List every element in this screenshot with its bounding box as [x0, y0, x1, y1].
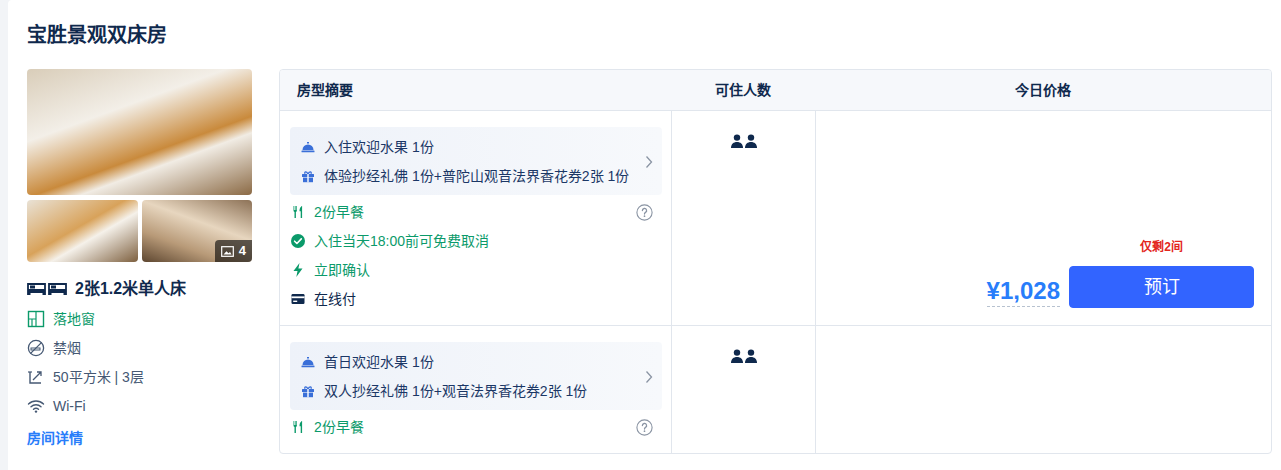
- policy-text: 2份早餐: [314, 417, 628, 437]
- policy-item: 入住当天18:00前可免费取消: [290, 231, 653, 251]
- area-icon: [27, 368, 45, 386]
- policy-text: 立即确认: [314, 260, 628, 280]
- column-header: 房型摘要: [280, 70, 671, 110]
- policy-item: 2份早餐: [290, 417, 653, 437]
- window-icon: [27, 310, 45, 328]
- booking-box: 仅剩2间预订: [1069, 239, 1254, 308]
- feature-text: 落地窗: [53, 309, 95, 329]
- chevron-right-icon: [644, 370, 654, 384]
- perk-text: 双人抄经礼佛 1份+观音法界香花券2张 1份: [324, 381, 587, 401]
- feature-text: Wi-Fi: [53, 396, 86, 416]
- perk-text: 入住欢迎水果 1份: [324, 137, 434, 157]
- chevron-right-icon: [644, 155, 654, 169]
- summary-cell: 入住欢迎水果 1份体验抄经礼佛 1份+普陀山观音法界香花券2张 1份2份早餐入住…: [280, 111, 671, 325]
- payment-icon: [290, 291, 306, 307]
- perk-item: 体验抄经礼佛 1份+普陀山观音法界香花券2张 1份: [300, 166, 638, 186]
- rate-table: 房型摘要可住人数今日价格入住欢迎水果 1份体验抄经礼佛 1份+普陀山观音法界香花…: [279, 69, 1272, 454]
- fruit-icon: [300, 137, 316, 157]
- room-panel: 宝胜景观双床房 4 2张1.2米单人床落地窗禁烟 50平方米 | 3层 Wi-Fi 房间详…: [8, 0, 1281, 470]
- photo-thumbnails: 4: [27, 200, 252, 262]
- gift-icon: [300, 166, 316, 186]
- price-cell: ¥1,028 仅剩2间预订: [815, 111, 1271, 325]
- table-header: 房型摘要可住人数今日价格: [280, 70, 1271, 110]
- room-feature: 落地窗: [27, 309, 252, 329]
- room-title: 宝胜景观双床房: [27, 22, 1272, 48]
- book-button[interactable]: 预订: [1069, 266, 1254, 308]
- wifi-icon: [27, 397, 45, 415]
- help-icon[interactable]: [636, 419, 653, 436]
- column-header: 可住人数: [671, 70, 815, 110]
- stock-notice: 仅剩2间: [1140, 239, 1183, 255]
- perk-item: 入住欢迎水果 1份: [300, 137, 638, 157]
- policy-text: 入住当天18:00前可免费取消: [314, 231, 628, 251]
- gift-icon: [300, 381, 316, 401]
- perk-box[interactable]: 入住欢迎水果 1份体验抄经礼佛 1份+普陀山观音法界香花券2张 1份: [290, 127, 662, 195]
- photo-count: 4: [239, 242, 246, 260]
- picture-icon: [221, 246, 234, 257]
- room-feature: 50平方米 | 3层: [27, 367, 252, 387]
- policy-text: 在线付: [314, 289, 628, 309]
- photo-count-badge[interactable]: 4: [215, 240, 252, 262]
- occupancy-cell: [671, 111, 815, 325]
- bed-text: 2张1.2米单人床: [75, 278, 186, 300]
- occupancy-cell: [671, 326, 815, 453]
- room-feature: Wi-Fi: [27, 396, 252, 416]
- room-info: 4 2张1.2米单人床落地窗禁烟 50平方米 | 3层 Wi-Fi 房间详情: [27, 69, 252, 450]
- confirm-icon: [290, 262, 306, 278]
- policy-item: 在线付: [290, 289, 653, 309]
- price-cell: [815, 326, 1271, 453]
- person-icon: [731, 349, 743, 363]
- summary-cell: 首日欢迎水果 1份双人抄经礼佛 1份+观音法界香花券2张 1份 2份早餐: [280, 326, 671, 453]
- perk-list: 首日欢迎水果 1份双人抄经礼佛 1份+观音法界香花券2张 1份: [300, 352, 638, 401]
- price-box: ¥1,028 仅剩2间预订: [987, 239, 1254, 308]
- person-icon: [731, 134, 743, 148]
- person-icon: [745, 349, 757, 363]
- policy-list: 2份早餐: [290, 417, 662, 437]
- person-icon: [745, 134, 757, 148]
- price[interactable]: ¥1,028: [987, 276, 1060, 307]
- room-thumbnail[interactable]: [27, 200, 138, 262]
- feature-text: 50平方米 | 3层: [53, 367, 144, 387]
- bed-info: 2张1.2米单人床: [27, 278, 252, 300]
- room-details-link[interactable]: 房间详情: [27, 428, 83, 448]
- room-feature: 禁烟: [27, 338, 252, 358]
- policy-text: 2份早餐: [314, 202, 628, 222]
- room-thumbnail[interactable]: 4: [142, 200, 253, 262]
- fruit-icon: [300, 352, 316, 372]
- policy-item: 立即确认: [290, 260, 653, 280]
- feature-text: 禁烟: [53, 338, 81, 358]
- policy-item: 2份早餐: [290, 202, 653, 222]
- perk-box[interactable]: 首日欢迎水果 1份双人抄经礼佛 1份+观音法界香花券2张 1份: [290, 342, 662, 410]
- perk-list: 入住欢迎水果 1份体验抄经礼佛 1份+普陀山观音法界香花券2张 1份: [300, 137, 638, 186]
- perk-item: 双人抄经礼佛 1份+观音法界香花券2张 1份: [300, 381, 638, 401]
- nosmoking-icon: [27, 339, 45, 357]
- perk-text: 体验抄经礼佛 1份+普陀山观音法界香花券2张 1份: [324, 166, 629, 186]
- help-icon[interactable]: [636, 204, 653, 221]
- perk-item: 首日欢迎水果 1份: [300, 352, 638, 372]
- table-row: 首日欢迎水果 1份双人抄经礼佛 1份+观音法界香花券2张 1份 2份早餐: [280, 325, 1271, 453]
- breakfast-icon: [290, 419, 306, 435]
- column-header: 今日价格: [815, 70, 1271, 110]
- room-body: 4 2张1.2米单人床落地窗禁烟 50平方米 | 3层 Wi-Fi 房间详情 房型摘要可住…: [27, 69, 1272, 454]
- room-photo[interactable]: [27, 69, 252, 195]
- perk-text: 首日欢迎水果 1份: [324, 352, 434, 372]
- cancel-icon: [290, 233, 306, 249]
- table-row: 入住欢迎水果 1份体验抄经礼佛 1份+普陀山观音法界香花券2张 1份2份早餐入住…: [280, 110, 1271, 325]
- breakfast-icon: [290, 204, 306, 220]
- policy-list: 2份早餐入住当天18:00前可免费取消立即确认在线付: [290, 202, 662, 309]
- bed-icon: [27, 281, 67, 297]
